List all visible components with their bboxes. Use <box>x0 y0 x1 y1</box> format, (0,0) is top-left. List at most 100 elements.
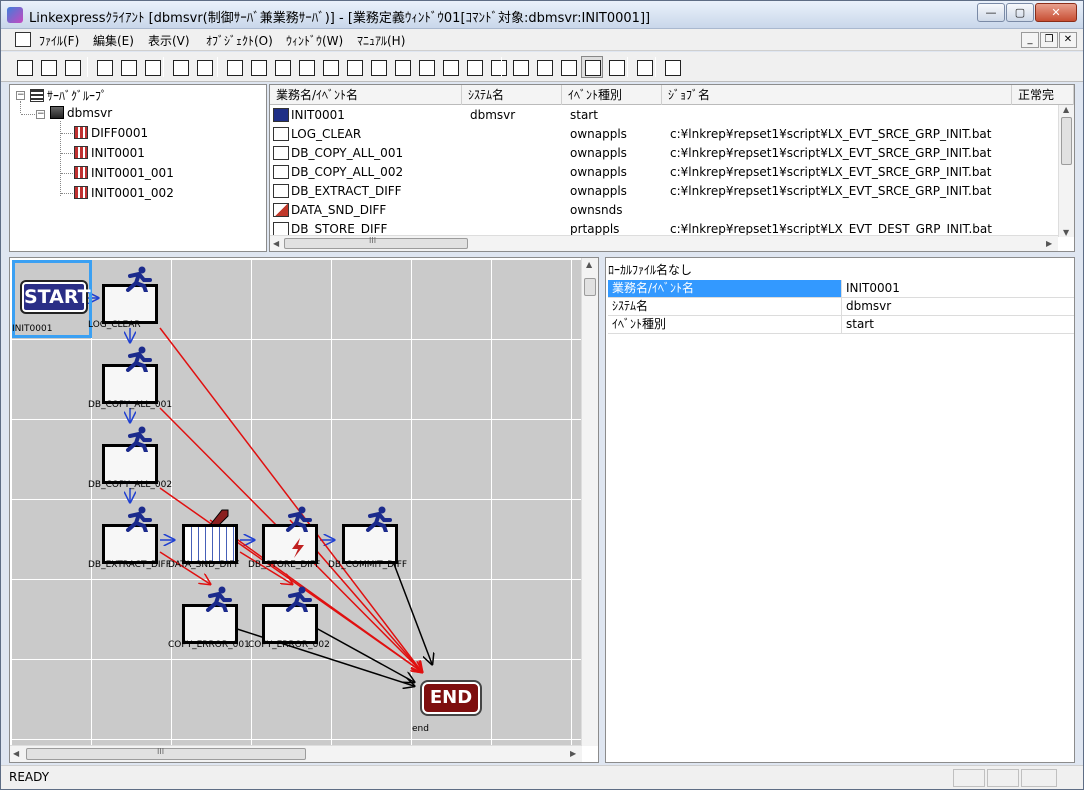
scroll-thumb[interactable] <box>1061 117 1072 165</box>
end-node[interactable]: END <box>422 682 480 714</box>
list-row[interactable]: DB_EXTRACT_DIFF ownappls c:¥lnkrep¥repset1… <box>270 182 1058 201</box>
file-send-button[interactable] <box>319 56 341 78</box>
link3-button[interactable] <box>557 56 579 78</box>
app-event-icon <box>273 127 289 141</box>
list-row[interactable]: DATA_SND_DIFF ownsnds <box>270 201 1058 220</box>
flow-node[interactable]: DB_EXTRACT_DIFF <box>88 504 171 576</box>
send-button[interactable] <box>271 56 293 78</box>
menu-window[interactable]: ｳｨﾝﾄﾞｳ(W) <box>286 32 343 49</box>
document-icon[interactable] <box>15 32 31 47</box>
flow-node[interactable]: COPY_ERROR_002 <box>248 584 330 656</box>
canvas-horizontal-scrollbar[interactable]: ◀ III ▶ <box>10 745 582 762</box>
scroll-right-icon[interactable]: ▶ <box>1046 239 1052 248</box>
tree-expander[interactable]: − <box>36 110 45 119</box>
properties-button[interactable] <box>61 56 83 78</box>
select-link2-button[interactable] <box>605 56 627 78</box>
print-preview-button[interactable] <box>169 56 191 78</box>
scroll-up-icon[interactable]: ▲ <box>1063 105 1069 114</box>
property-row[interactable]: ｼｽﾃﾑ名 dbmsvr <box>608 298 1074 316</box>
running-person-icon <box>126 506 152 532</box>
mdi-restore-button[interactable]: ❐ <box>1040 32 1058 48</box>
list-vertical-scrollbar[interactable]: ▲ ▼ <box>1058 105 1074 237</box>
folder-open-button[interactable] <box>117 56 139 78</box>
receive-button[interactable] <box>295 56 317 78</box>
flow-node[interactable]: DB_COMMIT_DIFF <box>328 504 407 576</box>
flow-node[interactable]: DB_STORE_DIFF <box>248 504 322 576</box>
scroll-up-icon[interactable]: ▲ <box>586 260 592 269</box>
maximize-button[interactable]: ▢ <box>1006 3 1034 22</box>
menu-edit[interactable]: 編集(E) <box>93 32 134 49</box>
open-button[interactable] <box>37 56 59 78</box>
list-horizontal-scrollbar[interactable]: ◀ III ▶ <box>270 235 1058 251</box>
start-node[interactable]: START <box>22 282 91 312</box>
property-value[interactable]: dbmsvr <box>842 298 1074 315</box>
transfer-button[interactable] <box>415 56 437 78</box>
property-row[interactable]: 業務名/ｲﾍﾞﾝﾄ名 INIT0001 <box>608 280 1074 298</box>
flow-node[interactable]: DB_COPY_ALL_002 <box>88 424 172 496</box>
cell-event-type: ownappls <box>570 184 627 198</box>
scroll-thumb[interactable]: III <box>284 236 468 249</box>
file-receive-button[interactable] <box>343 56 365 78</box>
flow-canvas[interactable]: START INIT0001 LOG_CLEAR DB_COPY_ALL_001 D… <box>9 257 599 763</box>
scroll-left-icon[interactable]: ◀ <box>273 239 279 248</box>
tree-node-job[interactable]: INIT0001 <box>74 146 145 160</box>
property-value[interactable]: INIT0001 <box>842 280 1074 297</box>
job-button[interactable] <box>391 56 413 78</box>
flow-node[interactable]: DB_COPY_ALL_001 <box>88 344 172 416</box>
list-row[interactable]: INIT0001 dbmsvr start <box>270 106 1058 125</box>
flow-node[interactable]: DATA_SND_DIFF <box>168 504 242 576</box>
mdi-close-button[interactable]: ✕ <box>1059 32 1077 48</box>
flow-node-label: DATA_SND_DIFF <box>168 560 240 570</box>
column-header-normal-end[interactable]: 正常完 <box>1012 85 1074 105</box>
tree-expander[interactable]: − <box>16 91 25 100</box>
app-event2-button[interactable] <box>247 56 269 78</box>
app-event-button[interactable] <box>223 56 245 78</box>
scroll-left-icon[interactable]: ◀ <box>13 749 19 758</box>
close-button[interactable]: ✕ <box>1035 3 1077 22</box>
menu-bar: ﾌｧｲﾙ(F) 編集(E) 表示(V) ｵﾌﾞｼﾞｪｸﾄ(O) ｳｨﾝﾄﾞｳ(W… <box>1 29 1083 51</box>
column-header-job-name[interactable]: ｼﾞｮﾌﾞ名 <box>662 85 1012 105</box>
column-header-event-type[interactable]: ｲﾍﾞﾝﾄ種別 <box>562 85 662 105</box>
column-header-system[interactable]: ｼｽﾃﾑ名 <box>462 85 562 105</box>
menu-file[interactable]: ﾌｧｲﾙ(F) <box>39 32 79 49</box>
link-button[interactable] <box>509 56 531 78</box>
tree-node-job[interactable]: INIT0001_001 <box>74 166 174 180</box>
app-button[interactable] <box>367 56 389 78</box>
tree-node-server-group[interactable]: ｻｰﾊﾞｸﾞﾙｰﾌﾟ <box>30 87 107 104</box>
flow-node[interactable]: LOG_CLEAR <box>88 264 162 336</box>
code-button[interactable] <box>439 56 461 78</box>
new-window-button[interactable] <box>13 56 35 78</box>
scroll-thumb[interactable] <box>584 278 596 296</box>
code2-icon <box>467 60 483 76</box>
book-button[interactable] <box>661 56 683 78</box>
list-row[interactable]: LOG_CLEAR ownappls c:¥lnkrep¥repset1¥scrip… <box>270 125 1058 144</box>
property-row[interactable]: ｲﾍﾞﾝﾄ種別 start <box>608 316 1074 334</box>
delete-button[interactable] <box>487 56 509 78</box>
select-link-button[interactable] <box>581 56 603 78</box>
menu-object[interactable]: ｵﾌﾞｼﾞｪｸﾄ(O) <box>206 32 273 49</box>
menu-manual[interactable]: ﾏﾆｭｱﾙ(H) <box>357 32 405 49</box>
list-row[interactable]: DB_COPY_ALL_001 ownappls c:¥lnkrep¥repset1… <box>270 144 1058 163</box>
list-row[interactable]: DB_COPY_ALL_002 ownappls c:¥lnkrep¥repset1… <box>270 163 1058 182</box>
scroll-down-icon[interactable]: ▼ <box>1063 228 1069 237</box>
scroll-thumb[interactable]: III <box>26 747 306 760</box>
mdi-minimize-button[interactable]: _ <box>1021 32 1039 48</box>
flow-node[interactable]: COPY_ERROR_001 <box>168 584 250 656</box>
minimize-button[interactable]: — <box>977 3 1005 22</box>
link2-button[interactable] <box>533 56 555 78</box>
column-header-event-name[interactable]: 業務名/ｲﾍﾞﾝﾄ名 <box>270 85 462 105</box>
save-button[interactable] <box>141 56 163 78</box>
tree-node-job[interactable]: DIFF0001 <box>74 126 148 140</box>
scroll-right-icon[interactable]: ▶ <box>570 749 576 758</box>
code2-button[interactable] <box>463 56 485 78</box>
cell-event-name: DB_EXTRACT_DIFF <box>291 184 402 198</box>
canvas-vertical-scrollbar[interactable]: ▲ <box>581 258 598 746</box>
property-value[interactable]: start <box>842 316 1074 333</box>
cell-event-name: DATA_SND_DIFF <box>291 203 387 217</box>
tree-node-server[interactable]: dbmsvr <box>50 106 112 120</box>
menu-view[interactable]: 表示(V) <box>148 32 190 49</box>
capture-button[interactable] <box>93 56 115 78</box>
print-button[interactable] <box>193 56 215 78</box>
switch-button[interactable] <box>633 56 655 78</box>
tree-node-job[interactable]: INIT0001_002 <box>74 186 174 200</box>
